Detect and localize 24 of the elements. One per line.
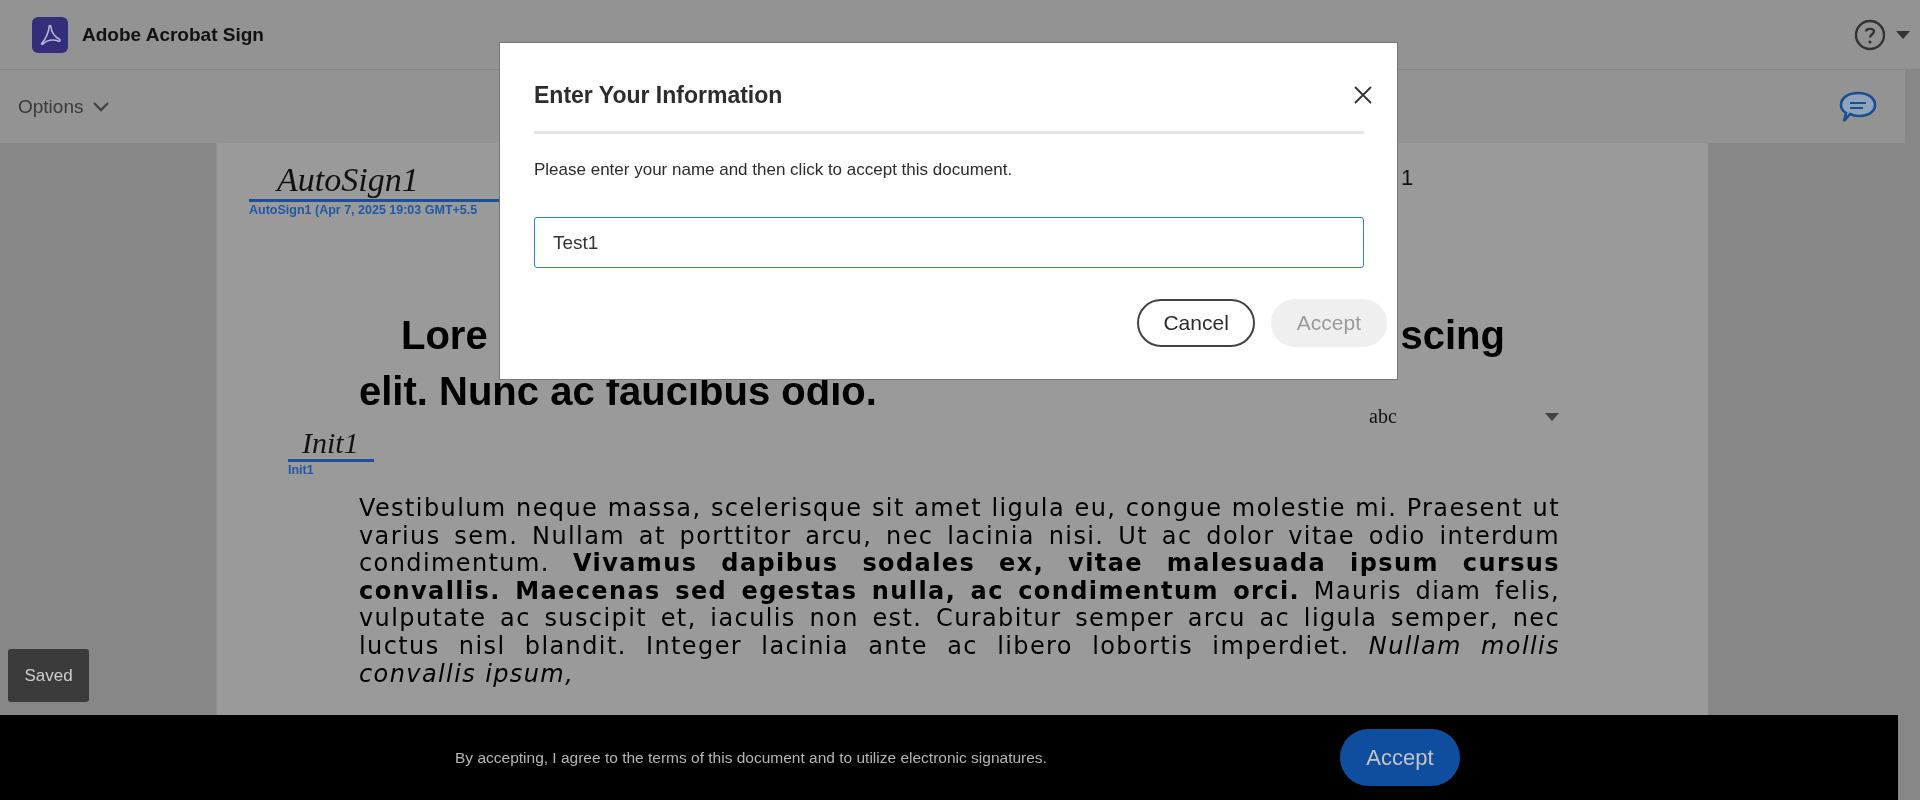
close-icon[interactable]: [1354, 86, 1372, 104]
options-menu[interactable]: Options: [18, 95, 110, 118]
help-icon[interactable]: [1854, 18, 1886, 51]
consent-text: By accepting, I agree to the terms of this document and to utilize electronic signatures.: [455, 748, 1048, 767]
document-heading: Lore: [401, 312, 488, 359]
initials-caption: Init1: [288, 463, 315, 477]
app-logo-icon: [32, 16, 68, 53]
document-paragraph: Vestibulum neque massa, scelerisque sit amet ligula eu, congue molestie mi. Praesent ut varius sem. Nullam at porttitor arcu, nec lacinia nisi. Ut ac dolor vitae odio interdum condimentum. Vivamus dapibus sodales ex, vitae malesuada ipsum cursus convallis. Maecenas sed egestas nulla, ac condimentum orci. Mauris diam felis, vulputate ac suscipit et, iaculis non est. Curabitur semper arcu ac ligula semper, nec luctus nisl blandit. Integer lacinia ante ac libero lobortis imperdiet. Nullam mollis convallis ipsum,: [359, 495, 1560, 689]
chevron-icon: [93, 101, 110, 112]
initials-field[interactable]: Init1: [288, 427, 374, 462]
document-heading: scing: [1400, 312, 1505, 359]
name-field[interactable]: Test1: [534, 217, 1364, 268]
comment-icon[interactable]: [1839, 90, 1877, 123]
document-text: 1: [1401, 165, 1414, 191]
document-heading: elit. Nunc ac faucibus odio.: [359, 368, 877, 415]
caret-icon[interactable]: [1896, 30, 1910, 39]
caret-icon: [1545, 412, 1559, 421]
dropdown-field[interactable]: abc: [1369, 405, 1559, 428]
saved-toast: Saved: [8, 649, 89, 702]
signature-caption: AutoSign1 (Apr 7, 2025 19:03 GMT+5.5: [249, 203, 479, 217]
cancel-button[interactable]: Cancel: [1137, 299, 1255, 347]
accept-button[interactable]: Accept: [1340, 729, 1460, 786]
app-title: Adobe Acrobat Sign: [82, 23, 264, 46]
dialog-title: Enter Your Information: [534, 81, 783, 109]
